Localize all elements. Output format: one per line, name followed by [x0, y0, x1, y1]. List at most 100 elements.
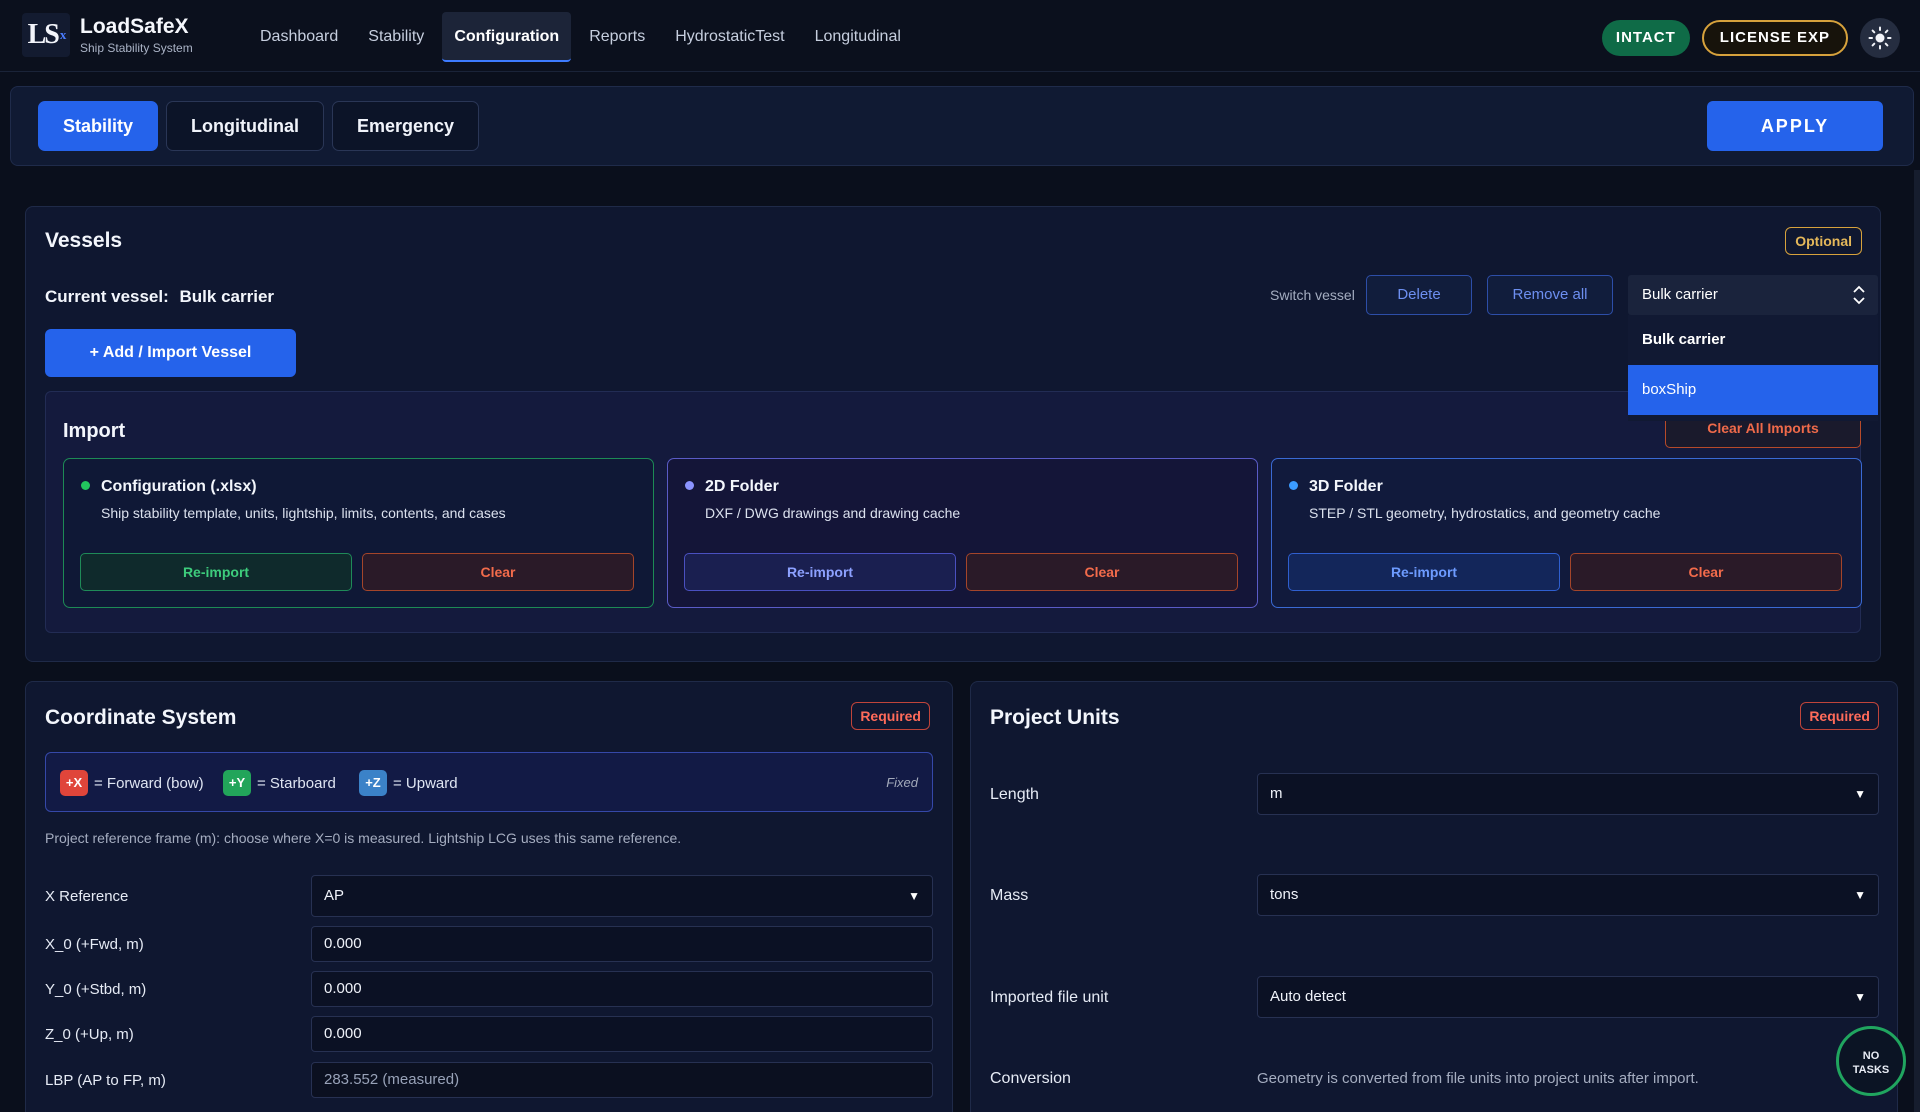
tasks-line2: TASKS — [1852, 1064, 1890, 1076]
current-vessel-name: Bulk carrier — [179, 287, 275, 306]
reimport-3d-button[interactable]: Re-import — [1288, 553, 1560, 591]
vessels-title: Vessels — [45, 229, 123, 252]
required-badge: Required — [1800, 702, 1879, 730]
nav-configuration[interactable]: Configuration — [442, 12, 572, 62]
x0-input[interactable]: 0.000 — [311, 926, 933, 962]
import-title: Import — [63, 420, 126, 442]
tasks-line1: NO — [1862, 1050, 1880, 1062]
x0-label: X_0 (+Fwd, m) — [45, 936, 144, 953]
imported-file-unit-value: Auto detect — [1270, 988, 1346, 1005]
apply-button[interactable]: APPLY — [1707, 101, 1883, 151]
chevron-down-icon: ▼ — [908, 889, 920, 903]
status-dot-icon — [685, 481, 694, 490]
chevron-down-icon: ▼ — [1854, 787, 1866, 801]
conversion-label: Conversion — [990, 1070, 1071, 1087]
length-select[interactable]: m ▼ — [1257, 773, 1879, 815]
switch-vessel-label: Switch vessel — [1270, 287, 1355, 303]
logo-text: LS — [27, 19, 60, 50]
nav-reports[interactable]: Reports — [577, 12, 657, 62]
intact-status-badge[interactable]: INTACT — [1601, 20, 1690, 56]
optional-badge: Optional — [1785, 227, 1862, 255]
conversion-note: Geometry is converted from file units in… — [1257, 1070, 1699, 1087]
sun-icon[interactable] — [1860, 18, 1900, 58]
card-title: Configuration (.xlsx) — [101, 478, 257, 495]
y0-input[interactable]: 0.000 — [311, 971, 933, 1007]
logo-sub: x — [59, 27, 66, 42]
imported-file-unit-select[interactable]: Auto detect ▼ — [1257, 976, 1879, 1018]
import-section: Import Clear All Imports Configuration (… — [45, 391, 1862, 633]
axis-z-chip: +Z — [359, 770, 387, 796]
brand[interactable]: LS x LoadSafeX Ship Stability System — [22, 13, 193, 57]
project-units-title: Project Units — [990, 706, 1120, 729]
reimport-configuration-button[interactable]: Re-import — [80, 553, 352, 591]
import-card-3d-folder: 3D Folder STEP / STL geometry, hydrostat… — [1271, 458, 1862, 608]
import-card-configuration: Configuration (.xlsx) Ship stability tem… — [63, 458, 654, 608]
license-badge[interactable]: LICENSE EXP — [1701, 20, 1848, 56]
reimport-2d-button[interactable]: Re-import — [684, 553, 956, 591]
imported-file-unit-label: Imported file unit — [990, 989, 1109, 1006]
header-actions: INTACT LICENSE EXP — [1601, 18, 1900, 58]
import-card-2d-folder: 2D Folder DXF / DWG drawings and drawing… — [667, 458, 1258, 608]
z0-label: Z_0 (+Up, m) — [45, 1026, 134, 1043]
axis-y-label: = Starboard — [257, 774, 336, 792]
app-title: LoadSafeX — [80, 15, 189, 38]
nav-hydrostatic-test[interactable]: HydrostaticTest — [663, 12, 796, 62]
card-title: 2D Folder — [705, 478, 779, 495]
card-description: STEP / STL geometry, hydrostatics, and g… — [1309, 505, 1661, 521]
current-vessel: Current vessel: Bulk carrier — [45, 287, 274, 307]
x-reference-value: AP — [324, 887, 345, 904]
vessel-select[interactable]: Bulk carrier — [1628, 275, 1878, 315]
fixed-label: Fixed — [886, 775, 918, 790]
reference-frame-note: Project reference frame (m): choose wher… — [45, 830, 682, 846]
x-reference-select[interactable]: AP ▼ — [311, 875, 933, 917]
app-subtitle: Ship Stability System — [80, 41, 193, 55]
tab-emergency[interactable]: Emergency — [332, 101, 480, 151]
card-title: 3D Folder — [1309, 478, 1383, 495]
select-arrows-icon — [1853, 285, 1865, 305]
current-vessel-label: Current vessel: — [45, 287, 169, 306]
axis-y-chip: +Y — [223, 770, 251, 796]
z0-input[interactable]: 0.000 — [311, 1016, 933, 1052]
delete-vessel-button[interactable]: Delete — [1366, 275, 1472, 315]
vessels-panel: Vessels Optional Current vessel: Bulk ca… — [25, 206, 1881, 662]
vessel-select-value: Bulk carrier — [1642, 286, 1718, 303]
vessel-option-bulk-carrier[interactable]: Bulk carrier — [1628, 315, 1878, 365]
axes-legend: +X = Forward (bow) +Y = Starboard +Z = U… — [45, 752, 933, 812]
project-units-panel: Project Units Required Length m ▼ Mass t… — [970, 681, 1898, 1112]
config-tab-bar: Stability Longitudinal Emergency APPLY — [10, 86, 1914, 166]
required-badge: Required — [851, 702, 930, 730]
y0-label: Y_0 (+Stbd, m) — [45, 981, 147, 998]
mass-value: tons — [1270, 886, 1299, 903]
tab-longitudinal[interactable]: Longitudinal — [166, 101, 324, 151]
clear-configuration-button[interactable]: Clear — [362, 553, 634, 591]
axis-y: +Y = Starboard — [223, 770, 336, 796]
brand-text: LoadSafeX Ship Stability System — [80, 15, 193, 55]
axis-z: +Z = Upward — [359, 770, 458, 796]
axis-x: +X = Forward (bow) — [60, 770, 204, 796]
app-logo: LS x — [22, 13, 70, 57]
mass-label: Mass — [990, 887, 1029, 904]
status-dot-icon — [1289, 481, 1298, 490]
nav-stability[interactable]: Stability — [356, 12, 436, 62]
axis-z-label: = Upward — [393, 774, 458, 792]
clear-2d-button[interactable]: Clear — [966, 553, 1238, 591]
vessel-option-boxship[interactable]: boxShip — [1628, 365, 1878, 415]
remove-all-vessels-button[interactable]: Remove all — [1487, 275, 1613, 315]
clear-3d-button[interactable]: Clear — [1570, 553, 1842, 591]
lbp-input: 283.552 (measured) — [311, 1062, 933, 1098]
chevron-down-icon: ▼ — [1854, 888, 1866, 902]
card-description: Ship stability template, units, lightshi… — [101, 505, 506, 521]
main-nav: Dashboard Stability Configuration Report… — [248, 12, 919, 62]
card-description: DXF / DWG drawings and drawing cache — [705, 505, 961, 521]
length-label: Length — [990, 786, 1039, 803]
tab-stability[interactable]: Stability — [38, 101, 159, 151]
mass-select[interactable]: tons ▼ — [1257, 874, 1879, 916]
nav-dashboard[interactable]: Dashboard — [248, 12, 350, 62]
nav-longitudinal[interactable]: Longitudinal — [803, 12, 913, 62]
chevron-down-icon: ▼ — [1854, 990, 1866, 1004]
page-scrollbar[interactable] — [1914, 170, 1920, 1112]
add-import-vessel-button[interactable]: + Add / Import Vessel — [45, 329, 296, 377]
config-tabs: Stability Longitudinal Emergency — [38, 101, 487, 151]
task-status-indicator[interactable]: NO TASKS — [1836, 1026, 1906, 1096]
status-dot-icon — [81, 481, 90, 490]
